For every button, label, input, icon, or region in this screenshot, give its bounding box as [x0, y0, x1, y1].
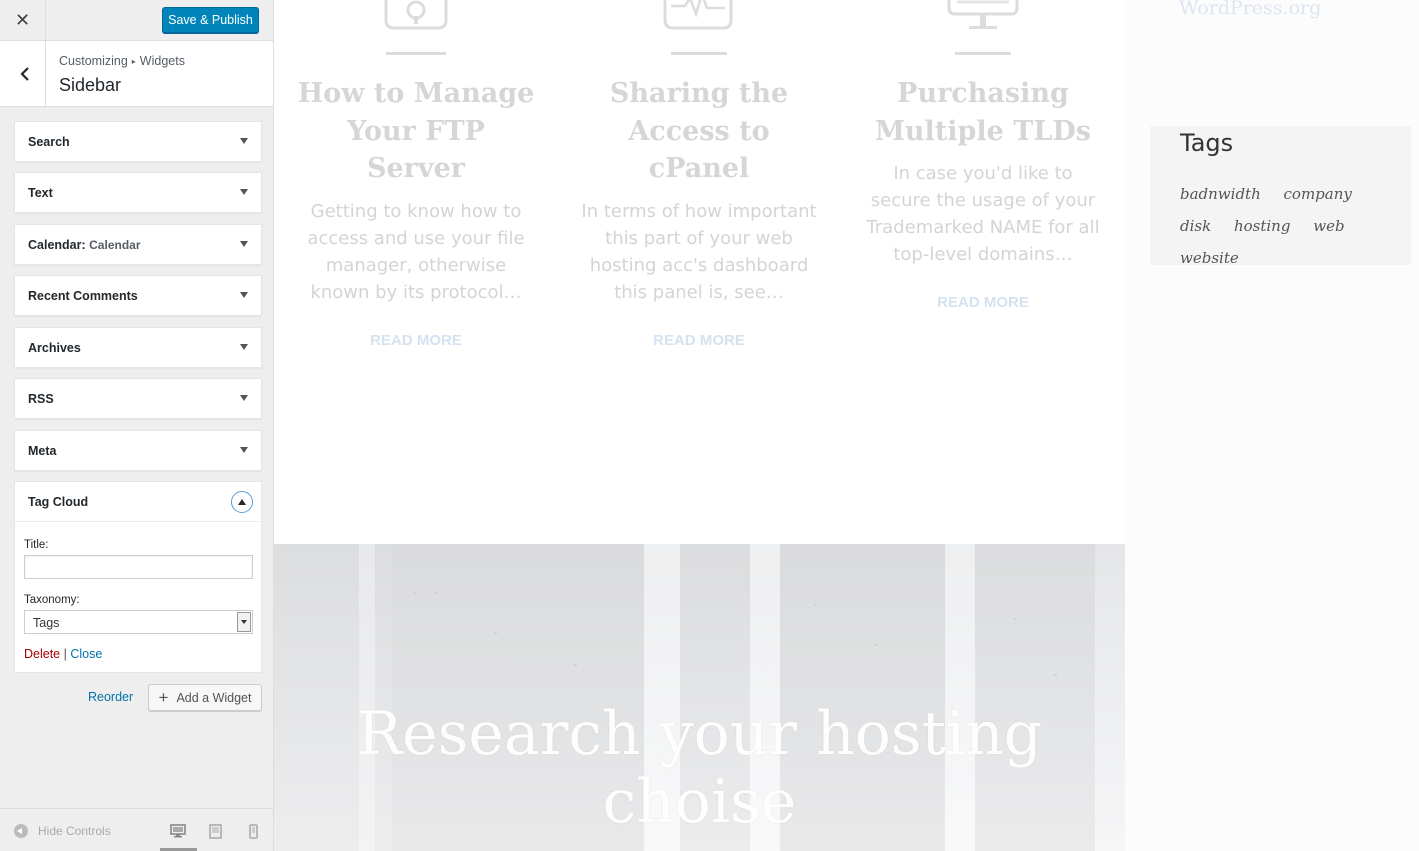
breadcrumb-root: Customizing [59, 54, 128, 68]
expand-arrow-icon[interactable] [240, 395, 248, 401]
widget-calendar[interactable]: Calendar: Calendar [14, 224, 262, 265]
widget-title: Tag Cloud [28, 495, 89, 509]
title-field-label: Title: [24, 539, 49, 551]
breadcrumb-current: Widgets [139, 54, 185, 68]
chevron-down-icon [241, 620, 247, 624]
reorder-link[interactable]: Reorder [88, 690, 133, 704]
section-header: Customizing ▸ Widgets Sidebar [0, 41, 273, 107]
post-excerpt: Getting to know how to access and use yo… [307, 200, 525, 303]
widget-rss[interactable]: RSS [14, 378, 262, 419]
tag-cloud-header[interactable]: Tag Cloud [15, 482, 261, 522]
widget-actions: Delete | Close [24, 647, 102, 661]
widget-text[interactable]: Text [14, 172, 262, 213]
taxonomy-selected-value: Tags [33, 616, 60, 630]
desktop-icon[interactable] [170, 824, 186, 838]
breadcrumb: Customizing ▸ Widgets [59, 54, 185, 68]
wordpress-org-link[interactable]: WordPress.org [1179, 0, 1321, 19]
widget-instance-title: Calendar [89, 238, 141, 252]
chevron-left-icon [19, 66, 29, 81]
widget-meta[interactable]: Meta [14, 430, 262, 471]
lock-monitor-icon [384, 0, 448, 55]
tag-link[interactable]: web [1313, 217, 1344, 235]
post-card: Purchasing Multiple TLDs In case you'd l… [863, 75, 1103, 311]
widget-title: RSS [28, 392, 54, 406]
desktop-monitor-icon [947, 0, 1019, 55]
read-more-link[interactable]: READ MORE [296, 332, 536, 349]
title-input[interactable] [24, 555, 253, 579]
taxonomy-select[interactable]: Tags [24, 610, 253, 634]
expand-arrow-icon[interactable] [240, 344, 248, 350]
widget-title: Text [28, 186, 53, 200]
site-sidebar: WordPress.org Tags badnwidth company dis… [1125, 0, 1419, 851]
widget-title: Calendar: Calendar [28, 238, 141, 252]
post-title[interactable]: Purchasing Multiple TLDs [863, 75, 1103, 150]
breadcrumb-separator-icon: ▸ [131, 57, 136, 66]
tag-link[interactable]: company [1284, 185, 1352, 203]
post-excerpt: In terms of how important this part of y… [581, 200, 817, 303]
read-more-link[interactable]: READ MORE [579, 332, 819, 349]
tag-link[interactable]: disk [1180, 217, 1211, 235]
taxonomy-label: Taxonomy: [24, 594, 80, 606]
close-customizer-button[interactable]: ✕ [0, 0, 46, 41]
hero-title: Research your hosting choise [356, 699, 1043, 837]
plus-icon: + [158, 688, 169, 707]
post-excerpt: In case you'd like to secure the usage o… [866, 163, 1100, 265]
customizer-header: ✕ Save & Publish [0, 0, 273, 41]
post-card: How to Manage Your FTP Server Getting to… [296, 75, 536, 349]
delete-widget-link[interactable]: Delete [24, 647, 60, 661]
tag-link[interactable]: website [1180, 249, 1239, 267]
widget-archives[interactable]: Archives [14, 327, 262, 368]
tag-link[interactable]: hosting [1234, 217, 1290, 235]
section-title: Sidebar [59, 75, 122, 95]
read-more-link[interactable]: READ MORE [863, 294, 1103, 311]
pulse-monitor-icon [663, 0, 733, 55]
close-icon: ✕ [14, 10, 31, 30]
expand-arrow-icon[interactable] [240, 241, 248, 247]
customizer-footer: Hide Controls [0, 808, 273, 851]
expand-arrow-icon[interactable] [240, 447, 248, 453]
save-publish-button[interactable]: Save & Publish [162, 7, 259, 33]
hero-banner: Research your hosting choise [274, 544, 1125, 851]
collapse-widget-button[interactable] [231, 491, 253, 513]
customizer-panel: ✕ Save & Publish Customizing ▸ Widgets Sid… [0, 0, 274, 851]
link-separator: | [63, 647, 67, 661]
widget-title: Meta [28, 444, 57, 458]
expand-arrow-icon[interactable] [240, 138, 248, 144]
hide-controls-button[interactable]: Hide Controls [14, 824, 111, 838]
widget-recent-comments[interactable]: Recent Comments [14, 275, 262, 316]
expand-arrow-icon[interactable] [240, 189, 248, 195]
tag-link[interactable]: badnwidth [1180, 185, 1261, 203]
tags-widget-title: Tags [1180, 129, 1234, 157]
tag-cloud-list: badnwidth company disk hosting web websi… [1180, 178, 1410, 274]
close-widget-link[interactable]: Close [70, 647, 102, 661]
widget-search[interactable]: Search [14, 121, 262, 162]
back-button[interactable] [0, 41, 46, 106]
collapse-arrow-icon [14, 824, 28, 838]
widget-title-text: Calendar [28, 238, 82, 252]
post-card: Sharing the Access to cPanel In terms of… [579, 75, 819, 349]
tags-widget: Tags badnwidth company disk hosting web … [1150, 126, 1411, 267]
add-widget-label: Add a Widget [176, 690, 252, 705]
widget-title: Archives [28, 341, 81, 355]
tablet-icon[interactable] [209, 824, 222, 839]
add-widget-button[interactable]: + Add a Widget [148, 684, 262, 711]
site-preview: How to Manage Your FTP Server Getting to… [274, 0, 1419, 851]
widget-tag-cloud: Tag Cloud Title: Taxonomy: Tags Delete |… [14, 481, 262, 673]
dropdown-button[interactable] [237, 612, 251, 632]
hide-controls-label: Hide Controls [38, 824, 111, 838]
mobile-icon[interactable] [249, 824, 258, 839]
expand-arrow-icon[interactable] [240, 292, 248, 298]
widget-title: Search [28, 135, 70, 149]
chevron-up-icon [238, 499, 246, 505]
post-title[interactable]: Sharing the Access to cPanel [579, 75, 819, 188]
post-title[interactable]: How to Manage Your FTP Server [296, 75, 536, 188]
widget-title: Recent Comments [28, 289, 138, 303]
